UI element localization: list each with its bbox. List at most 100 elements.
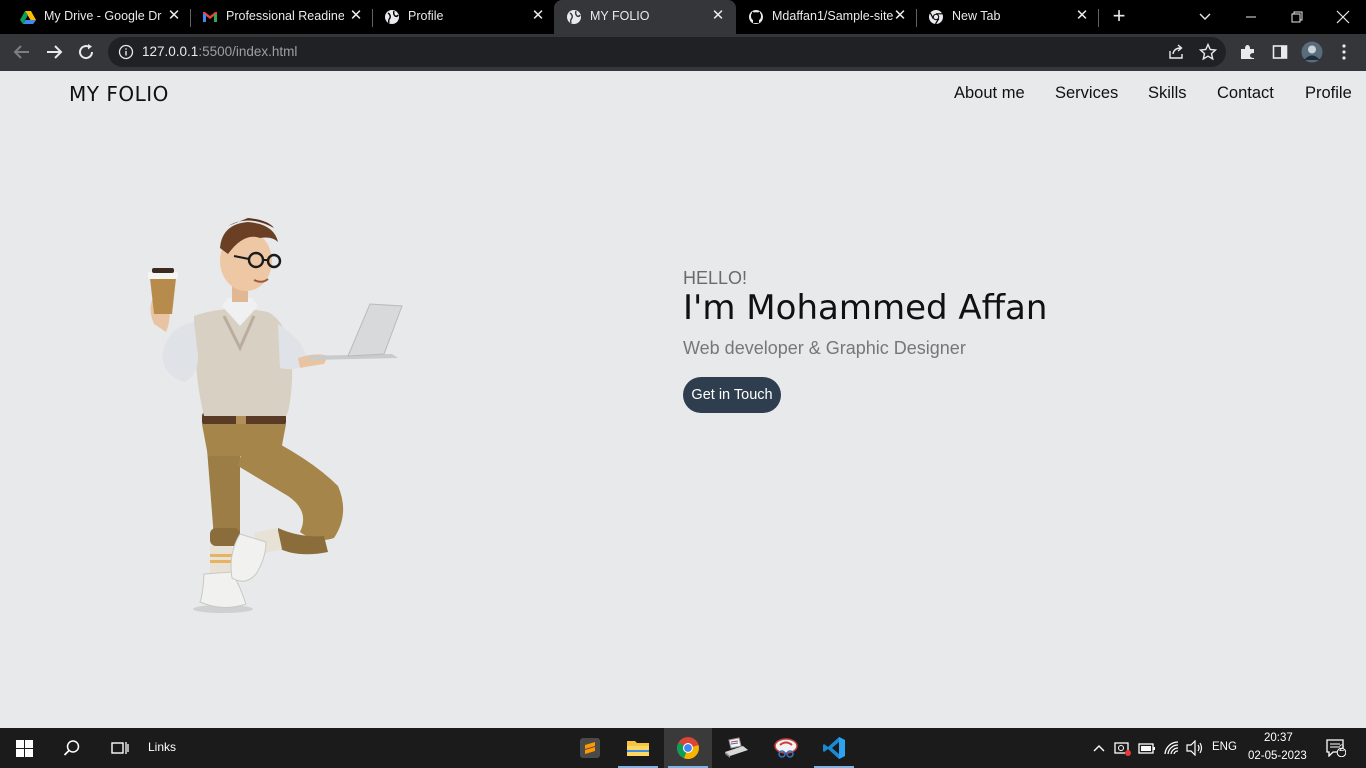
address-bar[interactable]: 127.0.0.1:5500/index.html [108, 37, 1226, 67]
hero-role: Web developer & Graphic Designer [683, 338, 966, 358]
avatar-icon [1301, 41, 1323, 63]
share-icon[interactable] [1167, 43, 1185, 61]
chrome-icon [929, 10, 943, 25]
nav-link-about-me[interactable]: About me [954, 84, 1025, 103]
tab-separator [1098, 9, 1099, 27]
close-tab-icon[interactable]: ✕ [710, 8, 726, 24]
reload-button[interactable] [74, 40, 98, 64]
links-toolbar-label[interactable]: Links [148, 740, 176, 754]
taskbar-app-vscode[interactable] [810, 728, 858, 768]
more-vertical-icon [1342, 44, 1346, 60]
hero-greeting: HELLO! [683, 268, 748, 288]
restore-button[interactable] [1274, 0, 1320, 34]
reload-icon [79, 44, 94, 60]
tray-volume[interactable] [1184, 728, 1206, 768]
tab-title: Professional Readiness [226, 9, 344, 23]
task-view-button[interactable] [96, 728, 144, 768]
side-panel-button[interactable] [1268, 40, 1292, 64]
tab-profile[interactable]: Profile ✕ [372, 0, 554, 34]
tab-title: Mdaffan1/Sample-site [772, 9, 894, 23]
globe-icon [567, 10, 581, 24]
snipping-tool-icon [774, 738, 798, 758]
task-view-icon [111, 742, 129, 754]
minimize-icon [1246, 16, 1256, 18]
extensions-button[interactable] [1236, 40, 1260, 64]
close-tab-icon[interactable]: ✕ [348, 8, 364, 24]
get-in-touch-button[interactable]: Get in Touch [683, 377, 781, 413]
vscode-icon [823, 737, 845, 759]
search-icon [63, 740, 80, 756]
nav-link-contact[interactable]: Contact [1217, 84, 1274, 103]
tab-new-tab[interactable]: New Tab ✕ [916, 0, 1098, 34]
gmail-icon [203, 12, 217, 22]
hero-illustration [148, 218, 403, 613]
tab-gmail[interactable]: Professional Readiness ✕ [190, 0, 372, 34]
input-language[interactable]: ENG [1212, 741, 1237, 753]
notification-count: 2 [1339, 743, 1345, 754]
scanner-icon [725, 737, 748, 758]
arrow-left-icon [13, 45, 29, 59]
action-center-button[interactable]: 2 [1318, 728, 1354, 768]
nav-link-profile[interactable]: Profile [1305, 84, 1352, 103]
close-tab-icon[interactable]: ✕ [892, 8, 908, 24]
bookmark-star-icon[interactable] [1199, 43, 1217, 61]
nav-link-skills[interactable]: Skills [1148, 84, 1187, 103]
battery-charging-icon [1138, 743, 1155, 754]
tab-search-button[interactable] [1182, 0, 1228, 34]
clock-date[interactable]: 02-05-2023 [1248, 750, 1307, 762]
tab-google-drive[interactable]: My Drive - Google Dri ✕ [8, 0, 190, 34]
tab-title: My Drive - Google Dri [44, 9, 162, 23]
taskbar-app-sublime[interactable] [566, 728, 614, 768]
nav-link-services[interactable]: Services [1055, 84, 1118, 103]
github-icon [749, 10, 763, 24]
camera-recording-icon [1114, 742, 1131, 756]
minimize-button[interactable] [1228, 0, 1274, 34]
close-tab-icon[interactable]: ✕ [1074, 8, 1090, 24]
close-window-button[interactable] [1320, 0, 1366, 34]
windows-logo-icon [15, 739, 33, 757]
tray-battery[interactable] [1136, 728, 1158, 768]
close-icon [1336, 10, 1350, 24]
wifi-icon [1164, 741, 1179, 755]
taskbar-app-chrome[interactable] [664, 728, 712, 768]
search-button[interactable] [48, 728, 96, 768]
site-logo[interactable]: MY FOLIO [69, 82, 169, 106]
tab-title: MY FOLIO [590, 9, 650, 23]
browser-tab-strip: My Drive - Google Dri ✕ Professional Rea… [0, 0, 1366, 34]
tray-network[interactable] [1160, 728, 1184, 768]
forward-button[interactable] [42, 40, 66, 64]
taskbar-app-scanner[interactable] [712, 728, 760, 768]
side-panel-icon [1272, 45, 1288, 59]
chrome-menu-button[interactable] [1332, 40, 1356, 64]
puzzle-icon [1241, 45, 1254, 59]
new-tab-button[interactable]: + [1108, 5, 1130, 27]
chevron-down-icon [1199, 13, 1211, 20]
tab-my-folio[interactable]: MY FOLIO ✕ [554, 0, 736, 34]
tab-github[interactable]: Mdaffan1/Sample-site ✕ [736, 0, 916, 34]
start-button[interactable] [0, 728, 48, 768]
globe-icon [385, 10, 399, 24]
url-text: 127.0.0.1:5500/index.html [142, 44, 297, 59]
profile-avatar-button[interactable] [1300, 40, 1324, 64]
info-icon[interactable] [118, 44, 134, 60]
taskbar-app-snipping-tool[interactable] [762, 728, 810, 768]
speaker-icon [1186, 740, 1203, 756]
close-tab-icon[interactable]: ✕ [530, 8, 546, 24]
browser-toolbar: 127.0.0.1:5500/index.html [0, 34, 1366, 71]
hero-name: I'm Mohammed Affan [683, 288, 1048, 328]
folder-icon [627, 741, 649, 756]
url-path: :5500/index.html [198, 44, 298, 59]
restore-icon [1291, 11, 1303, 23]
windows-taskbar: Links ENG 20:37 02-05-2023 2 [0, 728, 1366, 768]
back-button[interactable] [10, 40, 34, 64]
tray-meet-now[interactable] [1112, 728, 1134, 768]
google-drive-icon [20, 11, 36, 24]
tab-title: New Tab [952, 9, 1001, 23]
taskbar-app-file-explorer[interactable] [614, 728, 662, 768]
close-tab-icon[interactable]: ✕ [166, 8, 182, 24]
url-host: 127.0.0.1 [142, 44, 199, 59]
clock-time[interactable]: 20:37 [1264, 732, 1293, 744]
show-hidden-icons-button[interactable] [1088, 728, 1110, 768]
sublime-text-icon [580, 738, 600, 758]
arrow-right-icon [47, 45, 63, 59]
